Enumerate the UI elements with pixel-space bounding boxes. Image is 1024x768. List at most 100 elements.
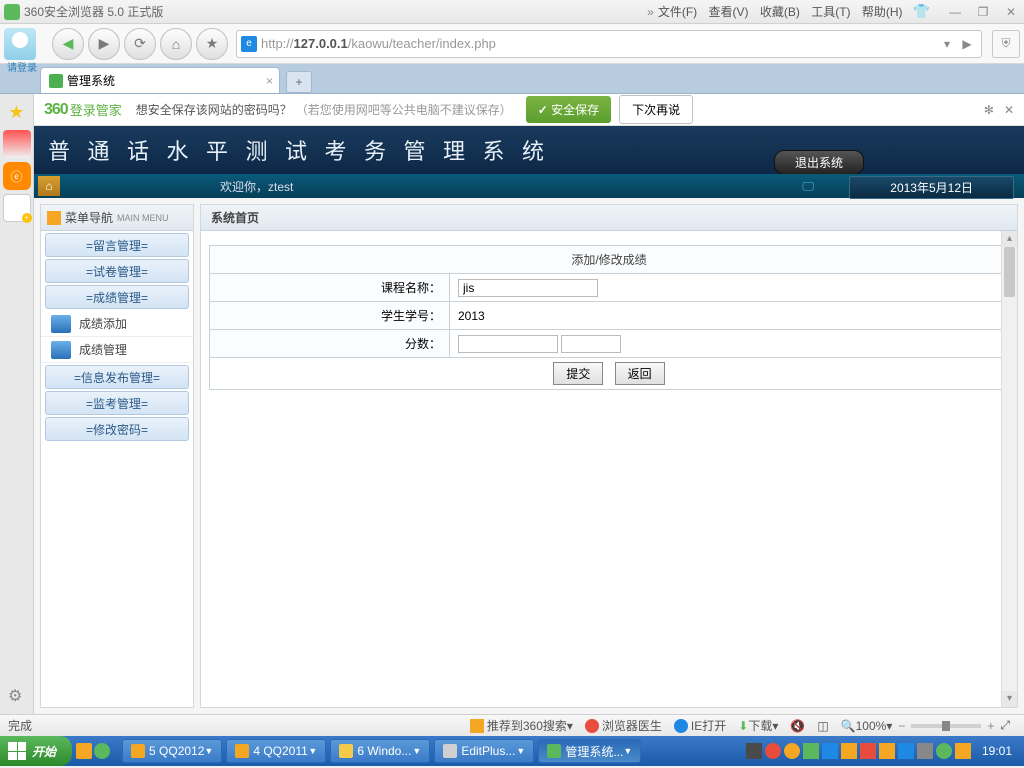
quick-launch-icon[interactable] [76,743,92,759]
new-tab-button[interactable]: + [286,71,312,93]
tshirt-icon[interactable]: 👕 [913,3,930,20]
tab-close-icon[interactable]: × [266,74,273,88]
status-recommend[interactable]: 推荐到360搜索 ▾ [470,717,573,734]
zoom-in-icon[interactable]: + [987,719,994,733]
home-icon[interactable]: ⌂ [38,176,60,196]
menu-item-info[interactable]: =信息发布管理= [45,365,189,389]
menu-header-label: 菜单导航 [65,209,113,226]
submenu-score-manage[interactable]: 成绩管理 [41,337,193,363]
screen-icon[interactable]: 🖵 [802,179,814,194]
scroll-up-icon[interactable]: ▴ [1002,231,1017,247]
task-label: 6 Windo... [357,744,411,758]
menu-item-proctor[interactable]: =监考管理= [45,391,189,415]
status-download[interactable]: ⬇ 下载 ▾ [738,717,778,734]
url-dropdown-icon[interactable]: ▾ [937,37,957,51]
scroll-thumb[interactable] [1004,247,1015,297]
save-password-button[interactable]: 安全保存 [526,96,611,123]
tray-icon[interactable] [746,743,762,759]
taskbar-item[interactable]: 5 QQ2012▼ [122,739,222,763]
status-expand-icon[interactable]: ⤢ [1000,718,1010,733]
infobar-close-icon[interactable]: ✕ [1004,103,1014,117]
back-button[interactable]: 返回 [615,362,665,385]
status-zoom[interactable]: 🔍 100% ▾ [841,719,893,733]
infobar-settings-icon[interactable]: ✻ [984,103,994,117]
browser-tab[interactable]: 管理系统 × [40,67,280,93]
login-avatar[interactable]: 请登录 [4,28,36,60]
phone-icon[interactable] [3,194,31,222]
tray-icon[interactable] [841,743,857,759]
star-icon[interactable]: ★ [3,98,31,126]
taskbar-item[interactable]: 管理系统...▼ [538,739,641,763]
task-label: 4 QQ2011 [253,744,307,758]
url-go-icon[interactable]: ▶ [957,37,977,51]
system-tray: 19:01 [742,743,1024,759]
zoom-out-icon[interactable]: − [898,719,905,733]
tray-icon[interactable] [765,743,781,759]
tray-icon[interactable] [822,743,838,759]
menu-item-paper[interactable]: =试卷管理= [45,259,189,283]
favorite-button[interactable]: ★ [196,28,228,60]
submit-button[interactable]: 提交 [553,362,603,385]
zoom-slider[interactable] [911,724,981,728]
vertical-scrollbar[interactable]: ▴ ▾ [1001,231,1017,707]
scroll-down-icon[interactable]: ▾ [1002,691,1017,707]
quick-launch-icon[interactable] [94,743,110,759]
course-input[interactable] [458,279,598,297]
logout-button[interactable]: 退出系统 [774,150,864,175]
menu-item-message[interactable]: =留言管理= [45,233,189,257]
tray-icon[interactable] [803,743,819,759]
menu-item-password[interactable]: =修改密码= [45,417,189,441]
weibo-icon[interactable]: ⓔ [3,162,31,190]
score-input-2[interactable] [561,335,621,353]
taskbar-clock[interactable]: 19:01 [982,744,1012,758]
back-button[interactable]: ◀ [52,28,84,60]
taskbar-item[interactable]: 6 Windo...▼ [330,739,430,763]
tray-icon[interactable] [917,743,933,759]
task-icon [547,744,561,758]
task-label: EditPlus... [461,744,515,758]
minimize-button[interactable]: — [946,5,964,19]
news-icon[interactable] [3,130,31,158]
menu-item-score[interactable]: =成绩管理= [45,285,189,309]
gear-icon[interactable]: ⚙ [8,686,22,706]
close-button[interactable]: ✕ [1002,5,1020,19]
chevron-down-icon: ▼ [308,746,317,756]
more-icon[interactable]: » [647,5,654,19]
status-doctor[interactable]: 浏览器医生 [585,717,662,734]
submenu-score-add[interactable]: 成绩添加 [41,311,193,337]
content-panel: 系统首页 添加/修改成绩 课程名称： 学生学号： 2013 分数： [200,204,1018,708]
tray-icon[interactable] [955,743,971,759]
later-button[interactable]: 下次再说 [619,95,693,124]
score-input[interactable] [458,335,558,353]
content-title: 系统首页 [201,205,1017,231]
login-label[interactable]: 请登录 [2,59,42,74]
start-button[interactable]: 开始 [0,736,72,766]
browser-sidebar: ★ ⓔ ⚙ [0,94,34,714]
forward-button[interactable]: ▶ [88,28,120,60]
tray-icon[interactable] [936,743,952,759]
submenu-label: 成绩添加 [79,315,127,332]
tray-icon[interactable] [784,743,800,759]
status-split-icon[interactable]: ◫ [817,719,828,733]
menu-tools[interactable]: 工具(T) [811,5,850,19]
browser-logo-icon [4,4,20,20]
ie-icon [674,719,688,733]
tray-icon[interactable] [860,743,876,759]
reload-button[interactable]: ⟳ [124,28,156,60]
home-button[interactable]: ⌂ [160,28,192,60]
restore-button[interactable]: ❐ [974,5,992,19]
tray-icon[interactable] [879,743,895,759]
tab-title: 管理系统 [67,72,115,89]
menu-view[interactable]: 查看(V) [709,5,749,19]
menu-help[interactable]: 帮助(H) [862,5,903,19]
menu-favorites[interactable]: 收藏(B) [760,5,800,19]
tray-icon[interactable] [898,743,914,759]
address-bar[interactable]: e http://127.0.0.1/kaowu/teacher/index.p… [236,30,982,58]
taskbar-item[interactable]: EditPlus...▼ [434,739,534,763]
status-ie[interactable]: IE打开 [674,717,726,734]
task-icon [339,744,353,758]
shield-button[interactable]: ⛨ [992,30,1020,58]
taskbar-item[interactable]: 4 QQ2011▼ [226,739,326,763]
status-mute-icon[interactable]: 🔇 [790,719,805,733]
menu-file[interactable]: 文件(F) [658,5,697,19]
